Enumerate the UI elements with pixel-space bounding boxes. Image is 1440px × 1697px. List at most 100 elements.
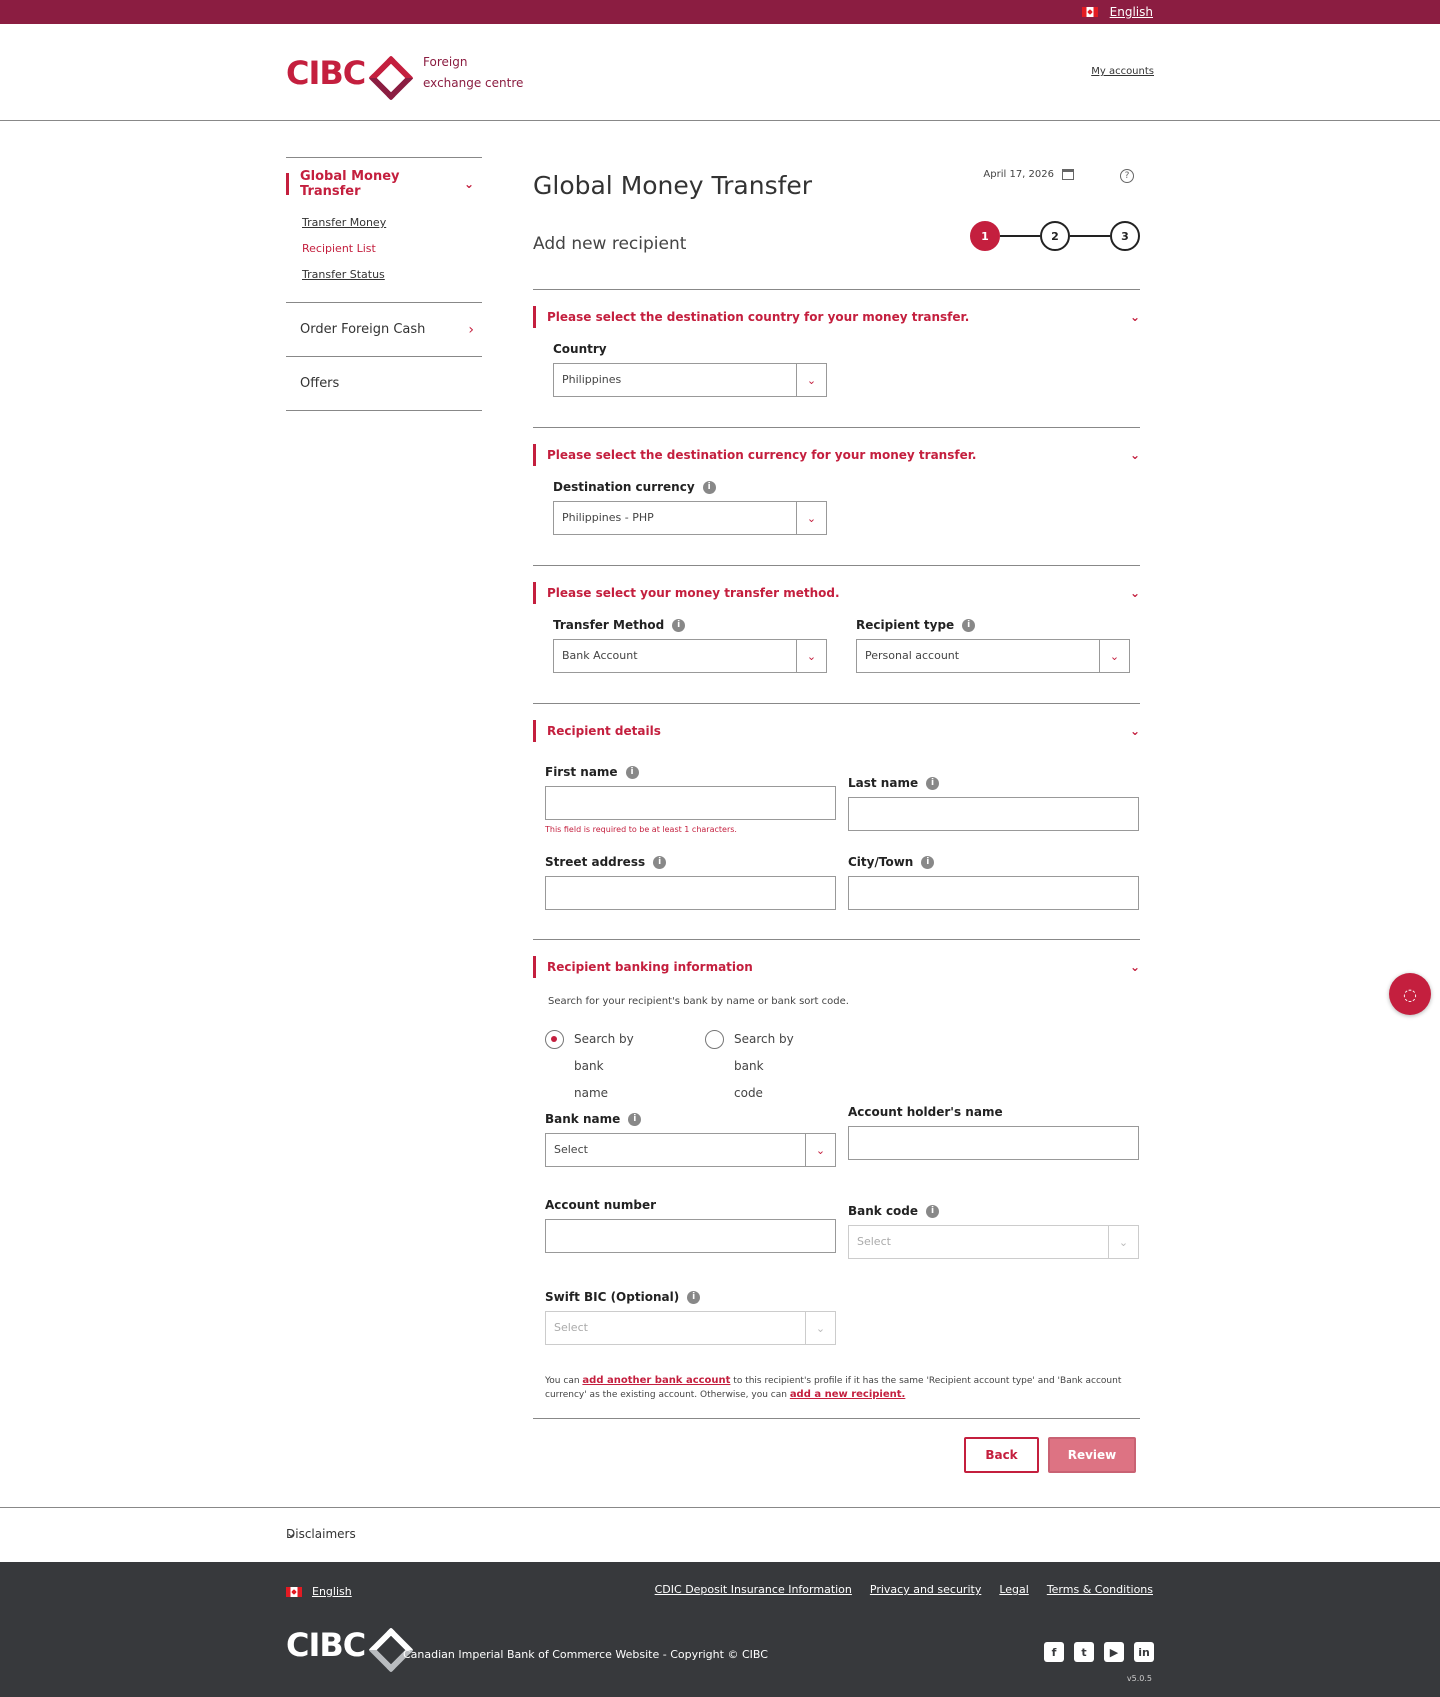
chevron-down-icon: ⌄ bbox=[1099, 640, 1129, 672]
chevron-down-icon: ⌄ bbox=[1108, 1226, 1138, 1258]
chevron-down-icon: ⌄ bbox=[805, 1312, 835, 1344]
street-address-input[interactable] bbox=[545, 876, 836, 910]
city-input[interactable] bbox=[848, 876, 1139, 910]
last-name-field: Last name i bbox=[848, 775, 1139, 831]
bank-code-select[interactable]: Select ⌄ bbox=[848, 1225, 1139, 1259]
radio-label: Search by bank code bbox=[734, 1032, 794, 1100]
radio-unselected-icon bbox=[705, 1030, 724, 1049]
first-name-error: This field is required to be at least 1 … bbox=[545, 825, 737, 834]
info-icon[interactable]: i bbox=[687, 1290, 701, 1304]
site-footer: English CDIC Deposit Insurance Informati… bbox=[0, 1562, 1440, 1697]
social-links: f t ▶ in bbox=[1044, 1642, 1154, 1662]
cdic-link[interactable]: CDIC Deposit Insurance Information bbox=[655, 1583, 852, 1596]
city-field: City/Town i bbox=[848, 854, 1139, 910]
footer-cibc-logo[interactable]: CIBC bbox=[286, 1626, 399, 1664]
currency-section: Please select the destination currency f… bbox=[533, 427, 1140, 565]
my-accounts-link[interactable]: My accounts bbox=[1091, 66, 1154, 77]
bank-name-field: Bank name i Select ⌄ bbox=[545, 1111, 836, 1167]
review-button[interactable]: Review bbox=[1048, 1437, 1136, 1473]
site-subtitle: Foreign exchange centre bbox=[423, 52, 533, 94]
select-value: Select bbox=[554, 1143, 588, 1156]
method-section-header[interactable]: Please select your money transfer method… bbox=[533, 582, 1140, 604]
legal-link[interactable]: Legal bbox=[999, 1583, 1028, 1596]
chevron-down-icon: ⌄ bbox=[463, 177, 474, 191]
linkedin-icon[interactable]: in bbox=[1134, 1642, 1154, 1662]
info-icon[interactable]: i bbox=[702, 480, 716, 494]
language-link[interactable]: English bbox=[1110, 5, 1153, 19]
city-label: City/Town i bbox=[848, 854, 1139, 870]
last-name-input[interactable] bbox=[848, 797, 1139, 831]
sidebar-item-global-money-transfer[interactable]: Global Money Transfer ⌄ bbox=[286, 169, 482, 199]
section-heading: Please select your money transfer method… bbox=[547, 586, 840, 600]
swift-select[interactable]: Select ⌄ bbox=[545, 1311, 836, 1345]
info-icon[interactable]: i bbox=[653, 855, 667, 869]
info-icon[interactable]: i bbox=[625, 765, 639, 779]
add-account-note: You can add another bank account to this… bbox=[545, 1374, 1139, 1402]
select-value: Bank Account bbox=[562, 649, 638, 662]
chat-icon[interactable]: ◌ bbox=[1389, 973, 1431, 1015]
terms-link[interactable]: Terms & Conditions bbox=[1047, 1583, 1153, 1596]
currency-select[interactable]: Philippines - PHP ⌄ bbox=[553, 501, 827, 535]
language-switch[interactable]: English bbox=[1081, 5, 1153, 19]
account-number-input[interactable] bbox=[545, 1219, 836, 1253]
info-icon[interactable]: i bbox=[926, 776, 940, 790]
select-value: Philippines bbox=[562, 373, 622, 386]
section-heading: Please select the destination country fo… bbox=[547, 310, 970, 324]
facebook-icon[interactable]: f bbox=[1044, 1642, 1064, 1662]
sidebar-item-offers[interactable]: Offers bbox=[286, 357, 482, 410]
recipient-details-header[interactable]: Recipient details ⌄ bbox=[533, 720, 1140, 742]
bank-name-select[interactable]: Select ⌄ bbox=[545, 1133, 836, 1167]
twitter-icon[interactable]: t bbox=[1074, 1642, 1094, 1662]
chevron-down-icon: ⌄ bbox=[796, 364, 826, 396]
stepper-connector bbox=[1000, 235, 1040, 237]
info-icon[interactable]: i bbox=[672, 618, 686, 632]
add-new-recipient-link[interactable]: add a new recipient. bbox=[790, 1389, 906, 1400]
street-address-field: Street address i bbox=[545, 854, 836, 910]
radio-search-by-code[interactable]: Search by bank code bbox=[705, 1026, 817, 1107]
footer-language-switch[interactable]: English bbox=[286, 1585, 352, 1598]
add-another-bank-account-link[interactable]: add another bank account bbox=[582, 1375, 730, 1386]
country-label: Country bbox=[553, 342, 607, 356]
disclaimers-bar[interactable]: Disclaimers ⌄ bbox=[0, 1507, 1440, 1562]
section-heading: Recipient banking information bbox=[547, 960, 753, 974]
transfer-method-select[interactable]: Bank Account ⌄ bbox=[553, 639, 827, 673]
step-2: 2 bbox=[1040, 221, 1070, 251]
cibc-logo-icon bbox=[369, 1630, 399, 1660]
first-name-input[interactable] bbox=[545, 786, 836, 820]
info-icon[interactable]: i bbox=[921, 855, 935, 869]
info-icon[interactable]: i bbox=[628, 1112, 642, 1126]
transfer-method-field: Transfer Method i Bank Account ⌄ bbox=[553, 617, 827, 673]
first-name-field: First name i This field is required to be… bbox=[545, 764, 836, 834]
date-text: April 17, 2026 bbox=[983, 169, 1054, 180]
radio-selected-icon bbox=[545, 1030, 564, 1049]
sidebar-item-label: Global Money Transfer bbox=[300, 169, 400, 199]
radio-search-by-name[interactable]: Search by bank name bbox=[545, 1026, 657, 1107]
youtube-icon[interactable]: ▶ bbox=[1104, 1642, 1124, 1662]
subtitle-line1: Foreign bbox=[423, 55, 468, 69]
cibc-logo[interactable]: CIBC bbox=[286, 54, 399, 92]
recipient-type-select[interactable]: Personal account ⌄ bbox=[856, 639, 1130, 673]
sidebar-group-global-money-transfer: Global Money Transfer ⌄ Transfer Money R… bbox=[286, 169, 482, 303]
sidebar-item-transfer-money[interactable]: Transfer Money bbox=[302, 210, 482, 236]
help-icon[interactable]: ? bbox=[1120, 169, 1134, 183]
canada-flag-icon bbox=[286, 1586, 302, 1597]
info-icon[interactable]: i bbox=[962, 618, 976, 632]
banking-section-header[interactable]: Recipient banking information ⌄ bbox=[533, 956, 1140, 978]
privacy-link[interactable]: Privacy and security bbox=[870, 1583, 981, 1596]
sidebar-item-label: Order Foreign Cash bbox=[300, 322, 426, 337]
subtitle-line2: exchange centre bbox=[423, 76, 524, 90]
language-link[interactable]: English bbox=[312, 1585, 352, 1598]
info-icon[interactable]: i bbox=[926, 1204, 940, 1218]
sidebar-item-recipient-list[interactable]: Recipient List bbox=[302, 236, 482, 262]
account-holder-input[interactable] bbox=[848, 1126, 1139, 1160]
country-select[interactable]: Philippines ⌄ bbox=[553, 363, 827, 397]
country-section-header[interactable]: Please select the destination country fo… bbox=[533, 306, 1140, 328]
sidebar-item-transfer-status[interactable]: Transfer Status bbox=[302, 262, 482, 288]
method-section: Please select your money transfer method… bbox=[533, 565, 1140, 703]
currency-section-header[interactable]: Please select the destination currency f… bbox=[533, 444, 1140, 466]
bank-code-field: Bank code i Select ⌄ bbox=[848, 1203, 1139, 1259]
back-button[interactable]: Back bbox=[964, 1437, 1039, 1473]
select-value: Philippines - PHP bbox=[562, 511, 654, 524]
chevron-down-icon: ⌄ bbox=[805, 1134, 835, 1166]
sidebar-item-order-foreign-cash[interactable]: Order Foreign Cash › bbox=[286, 303, 482, 356]
